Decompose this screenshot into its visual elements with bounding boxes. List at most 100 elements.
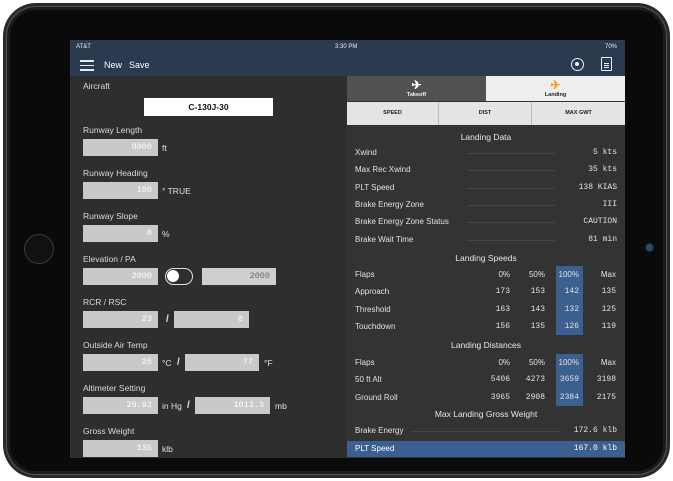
landing_speeds-value-cell: 163 [495, 304, 510, 314]
landing_distances-row: 50 ft Alt 5406 4273 3659 3198 [347, 371, 625, 388]
landing-data-row: Brake Energy Zone III [347, 196, 625, 213]
landing_speeds-value-cell: 125 [601, 304, 616, 314]
landing_distances-row: Ground Roll 3965 2908 2384 2175 [347, 389, 625, 406]
runway-length-label: Runway Length [83, 125, 143, 135]
landing-data-value: 35 kts [588, 165, 617, 175]
landing_speeds-value-cell: 143 [530, 304, 545, 314]
leader-line [467, 204, 555, 206]
landing_distances-header-label: Flaps [355, 358, 375, 367]
document-icon[interactable] [601, 57, 612, 71]
tab-landing[interactable]: ✈ Landing [486, 76, 625, 101]
landing-data-label: Brake Wait Time [355, 234, 414, 244]
subtab-speed[interactable]: SPEED [347, 102, 439, 125]
landing_speeds-header-label: Flaps [355, 270, 375, 279]
landing_distances-header-cell: 100% [558, 358, 579, 367]
runway-slope-unit: % [162, 229, 170, 239]
landing-data-label: Brake Energy Zone Status [355, 217, 449, 227]
landing_speeds-header-cell: 100% [558, 270, 579, 279]
landing_speeds-value-cell: 119 [601, 321, 616, 331]
landing-data-label: PLT Speed [355, 182, 395, 192]
altimeter-mb-input[interactable]: 1013.3 [195, 397, 270, 414]
landing_speeds-value-cell: 135 [601, 287, 616, 297]
elevation-label: Elevation / PA [83, 254, 136, 264]
hamburger-menu-icon[interactable] [80, 60, 94, 71]
landing-data-row: PLT Speed 138 KIAS [347, 179, 625, 196]
gross-weight-label: Gross Weight [83, 426, 135, 436]
landing_speeds-value-cell: 173 [495, 287, 510, 297]
leader-line [467, 187, 555, 189]
runway-slope-label: Runway Slope [83, 211, 138, 221]
landing_speeds-header-cell: Max [600, 270, 616, 279]
gross-weight-input[interactable]: 135 [83, 440, 158, 457]
runway-slope-input[interactable]: 0 [83, 225, 158, 242]
landing-data-title: Landing Data [460, 132, 512, 142]
front-camera [646, 244, 653, 251]
landing_speeds-value-cell: 135 [530, 321, 545, 331]
runway-heading-input[interactable]: 100 [83, 182, 158, 199]
subtab-dist[interactable]: DIST [439, 102, 532, 125]
landing_distances-value-cell: 2384 [559, 392, 579, 402]
rsc-input[interactable]: 0 [174, 311, 249, 328]
subtab-max-gwt[interactable]: MAX GWT [532, 102, 625, 125]
tab-landing-label: Landing [544, 92, 567, 98]
landing-data-row: Xwind 5 kts [347, 144, 625, 161]
oat-fahrenheit-unit: °F [264, 358, 273, 368]
landing_speeds-value-cell: 153 [530, 287, 545, 297]
oat-separator: / [177, 357, 180, 368]
landing_speeds-row-label: Approach [355, 287, 390, 297]
rcr-input[interactable]: 23 [83, 311, 158, 328]
plt-speed-weight-value: 167.0 klb [573, 444, 617, 453]
altimeter-mb-unit: mb [275, 401, 287, 411]
landing-data-value: 5 kts [592, 148, 617, 157]
oat-celsius-input[interactable]: 25 [83, 354, 158, 371]
landing-data-row: Brake Wait Time 81 min [347, 231, 625, 248]
landing_speeds-value-cell: 142 [564, 287, 579, 297]
carrier-label: AT&T [76, 44, 91, 50]
landing-data-label: Brake Energy Zone [355, 199, 424, 209]
nav-bar: New Save [70, 54, 625, 76]
altimeter-inhg-input[interactable]: 29.92 [83, 397, 158, 414]
landing-distances-title: Landing Distances [451, 340, 521, 350]
landing_distances-value-cell: 4273 [525, 375, 545, 385]
runway-heading-unit: ° TRUE [162, 186, 191, 196]
battery-percent: 70% [604, 44, 617, 50]
leader-line [467, 153, 555, 154]
leader-line [467, 239, 555, 241]
brake-energy-value: 172.6 klb [573, 426, 617, 435]
save-button[interactable]: Save [129, 60, 150, 70]
altimeter-label: Altimeter Setting [83, 383, 146, 393]
takeoff-plane-icon: ✈ [411, 78, 422, 92]
landing-data-value: CAUTION [583, 217, 617, 227]
landing-speeds-title: Landing Speeds [455, 253, 517, 263]
landing_speeds-row: Threshold 163 143 132 125 [347, 301, 625, 318]
rcr-separator: / [166, 314, 169, 325]
gross-weight-unit: klb [162, 444, 173, 454]
new-button[interactable]: New [104, 60, 122, 70]
home-button[interactable] [24, 234, 54, 264]
landing-plane-icon: ✈ [550, 78, 561, 92]
landing_speeds-row: Touchdown 156 135 126 119 [347, 318, 625, 335]
ipad-frame: AT&T 3:30 PM 70% New Save Aircraft C-130… [6, 6, 667, 475]
landing_speeds-row: Approach 173 153 142 135 [347, 283, 625, 300]
tab-takeoff[interactable]: ✈ Takeoff [347, 76, 486, 101]
landing_speeds-header-cell: 0% [498, 270, 510, 279]
landing-data-value: III [602, 199, 617, 209]
landing_distances-header-cell: Max [600, 358, 616, 367]
leader-line [467, 222, 555, 224]
landing-data-label: Xwind [355, 148, 377, 157]
aircraft-label: Aircraft [83, 81, 110, 91]
pressure-altitude-input[interactable]: 2000 [202, 268, 276, 285]
landing_distances-value-cell: 3198 [596, 375, 616, 385]
elevation-input[interactable]: 2000 [83, 268, 158, 285]
status-bar: AT&T 3:30 PM 70% [70, 40, 625, 54]
elevation-pa-toggle[interactable] [165, 268, 193, 285]
landing_distances-row-label: Ground Roll [355, 392, 398, 402]
altimeter-inhg-unit: in Hg [162, 401, 182, 411]
landing_speeds-value-cell: 156 [495, 321, 510, 331]
max-landing-gw-title: Max Landing Gross Weight [434, 409, 538, 419]
landing_speeds-header-row: Flaps 0% 50% 100% Max [347, 266, 625, 283]
oat-fahrenheit-input[interactable]: 77 [185, 354, 259, 371]
settings-icon[interactable] [571, 58, 584, 71]
aircraft-select[interactable]: C-130J-30 [144, 98, 273, 116]
runway-length-input[interactable]: 8000 [83, 139, 158, 156]
